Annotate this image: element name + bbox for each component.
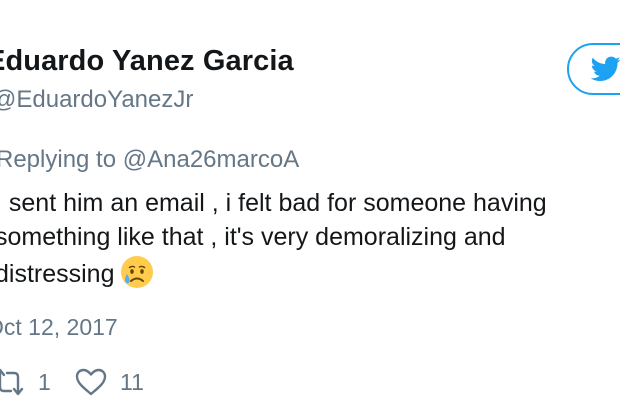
reply-mention-link[interactable]: @Ana26marcoA xyxy=(123,146,299,173)
reply-prefix: Replying to xyxy=(0,146,117,173)
user-handle[interactable]: @EduardoYanezJr xyxy=(0,86,193,114)
tweet-text-fragment: distressing xyxy=(0,260,115,288)
tweet-timestamp[interactable]: Oct 12, 2017 xyxy=(0,313,118,341)
like-count: 11 xyxy=(120,368,144,395)
like-button[interactable]: 11 xyxy=(74,364,144,400)
tweet-card: Eduardo Yanez Garcia @EduardoYanezJr Rep… xyxy=(0,0,620,420)
heart-icon xyxy=(75,368,107,396)
tweet-text: I sent him an email , i felt bad for som… xyxy=(0,186,620,291)
reply-context: Replying to @Ana26marcoA xyxy=(0,146,299,174)
twitter-bird-icon xyxy=(591,56,620,81)
retweet-icon xyxy=(0,368,24,396)
sad-but-relieved-face-icon xyxy=(120,256,153,288)
follow-button[interactable] xyxy=(567,43,620,95)
tweet-text-line: distressing xyxy=(0,254,620,291)
user-display-name[interactable]: Eduardo Yanez Garcia xyxy=(0,44,294,78)
retweet-button[interactable]: 1 xyxy=(0,364,51,400)
tweet-text-line: something like that , it's very demorali… xyxy=(0,223,506,251)
retweet-count: 1 xyxy=(38,368,51,395)
tweet-text-line: I sent him an email , i felt bad for som… xyxy=(0,189,547,217)
